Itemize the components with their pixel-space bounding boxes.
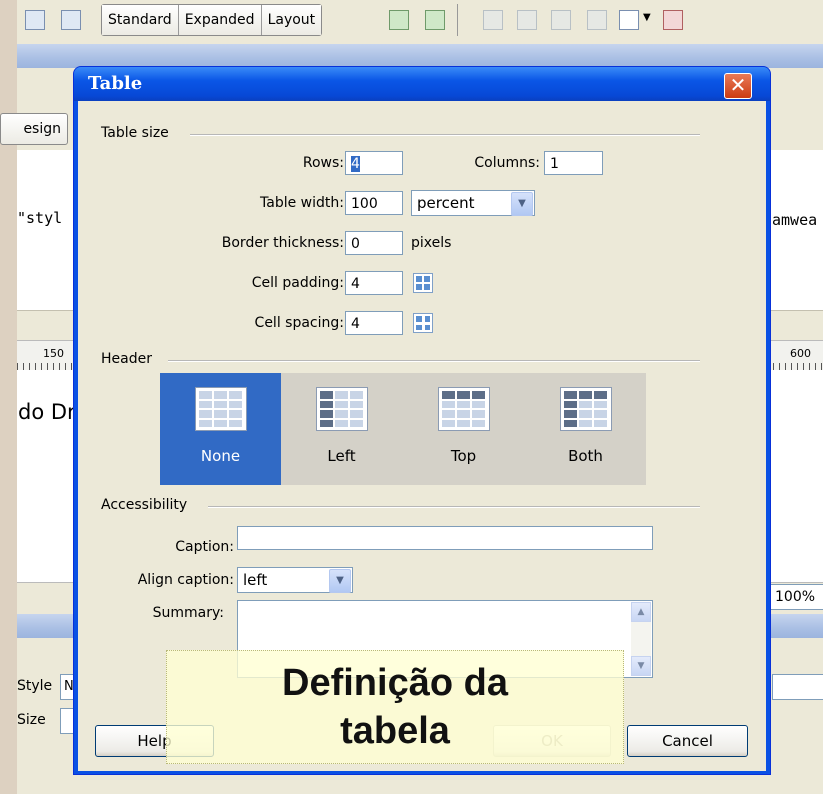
header-section-label: Header (101, 351, 152, 367)
close-icon: ✕ (729, 73, 747, 97)
ruler-label-right: 600 (790, 347, 811, 360)
table-size-section-label: Table size (101, 125, 169, 141)
layout-view-button[interactable]: Layout (261, 5, 322, 35)
layer-icon[interactable] (25, 10, 45, 30)
header-option-label: Top (450, 447, 477, 465)
slide-caption: Definição da tabela (166, 650, 624, 764)
table-width-unit-select[interactable]: percent ▼ (411, 190, 535, 216)
cell-padding-icon (413, 273, 433, 293)
size-label: Size (17, 712, 46, 728)
rows-value: 4 (351, 156, 360, 172)
section-divider (168, 360, 700, 362)
insert-column-left-icon[interactable] (551, 10, 571, 30)
standard-view-button[interactable]: Standard (102, 5, 179, 35)
accessibility-section-label: Accessibility (101, 497, 188, 513)
columns-label: Columns: (474, 155, 540, 171)
border-unit-label: pixels (411, 235, 452, 251)
rows-input[interactable]: 4 (345, 151, 403, 175)
summary-label: Summary: (152, 605, 224, 621)
table-top-header-icon (437, 387, 490, 431)
border-thickness-label: Border thickness: (221, 235, 344, 251)
scroll-down-icon[interactable]: ▼ (631, 656, 651, 676)
slide-caption-line-2: tabela (340, 710, 450, 752)
insert-row-above-icon[interactable] (483, 10, 503, 30)
code-line-right: amwea (772, 211, 818, 229)
rows-label: Rows: (302, 155, 344, 171)
scroll-up-icon[interactable]: ▲ (631, 602, 651, 622)
table-width-input[interactable]: 100 (345, 191, 403, 215)
summary-scrollbar[interactable]: ▲ ▼ (631, 602, 651, 676)
layout-table-icon[interactable] (389, 10, 409, 30)
expanded-view-button[interactable]: Expanded (178, 5, 262, 35)
header-option-both[interactable]: Both (525, 373, 646, 485)
columns-input[interactable]: 1 (544, 151, 603, 175)
table-draw-icon[interactable] (61, 10, 81, 30)
chevron-down-icon: ▼ (511, 192, 533, 216)
header-option-left[interactable]: Left (281, 373, 403, 485)
caption-input[interactable] (237, 526, 653, 550)
view-mode-group: Standard Expanded Layout (101, 4, 323, 36)
code-line-left: "styl (17, 209, 63, 227)
dialog-title: Table (88, 73, 143, 94)
table-none-icon (194, 387, 247, 431)
style-label: Style (17, 678, 53, 694)
header-option-label: Both (568, 447, 603, 465)
content-text: do Dr (18, 400, 76, 424)
table-both-header-icon (559, 387, 612, 431)
table-width-unit-value: percent (417, 194, 475, 212)
cell-padding-label: Cell padding: (251, 275, 344, 291)
insert-row-below-icon[interactable] (517, 10, 537, 30)
caption-label: Caption: (175, 539, 234, 555)
section-divider (190, 134, 700, 136)
toolbar-separator (457, 4, 458, 36)
cell-spacing-input[interactable]: 4 (345, 311, 403, 335)
insert-toolbar: Standard Expanded Layout ▼ (17, 0, 823, 44)
table-width-label: Table width: (260, 195, 344, 211)
layout-cell-icon[interactable] (425, 10, 445, 30)
dialog-title-bar[interactable]: Table ✕ (74, 67, 770, 101)
cell-padding-input[interactable]: 4 (345, 271, 403, 295)
header-option-top[interactable]: Top (402, 373, 526, 485)
document-tab-bar (17, 44, 823, 68)
properties-right-field[interactable] (772, 674, 823, 700)
header-option-none[interactable]: None (160, 373, 282, 485)
close-button[interactable]: ✕ (724, 73, 752, 99)
chevron-down-icon: ▼ (329, 569, 351, 593)
align-caption-value: left (243, 571, 268, 589)
header-option-label: None (200, 447, 241, 465)
cell-spacing-label: Cell spacing: (254, 315, 344, 331)
design-view-button[interactable]: esign (0, 113, 68, 145)
ruler-label-left: 150 (43, 347, 64, 360)
insert-column-right-icon[interactable] (587, 10, 607, 30)
table-left-header-icon (315, 387, 368, 431)
align-caption-label: Align caption: (137, 572, 234, 588)
header-option-label: Left (327, 447, 356, 465)
border-thickness-input[interactable]: 0 (345, 231, 403, 255)
frames-dropdown-icon[interactable]: ▼ (643, 12, 651, 23)
section-divider (208, 506, 700, 508)
cell-spacing-icon (413, 313, 433, 333)
frames-icon[interactable] (619, 10, 639, 30)
zoom-field[interactable]: 100% (770, 584, 823, 610)
tabular-data-icon[interactable] (663, 10, 683, 30)
cancel-button[interactable]: Cancel (627, 725, 748, 757)
slide-caption-line-1: Definição da (282, 662, 508, 704)
align-caption-select[interactable]: left ▼ (237, 567, 353, 593)
